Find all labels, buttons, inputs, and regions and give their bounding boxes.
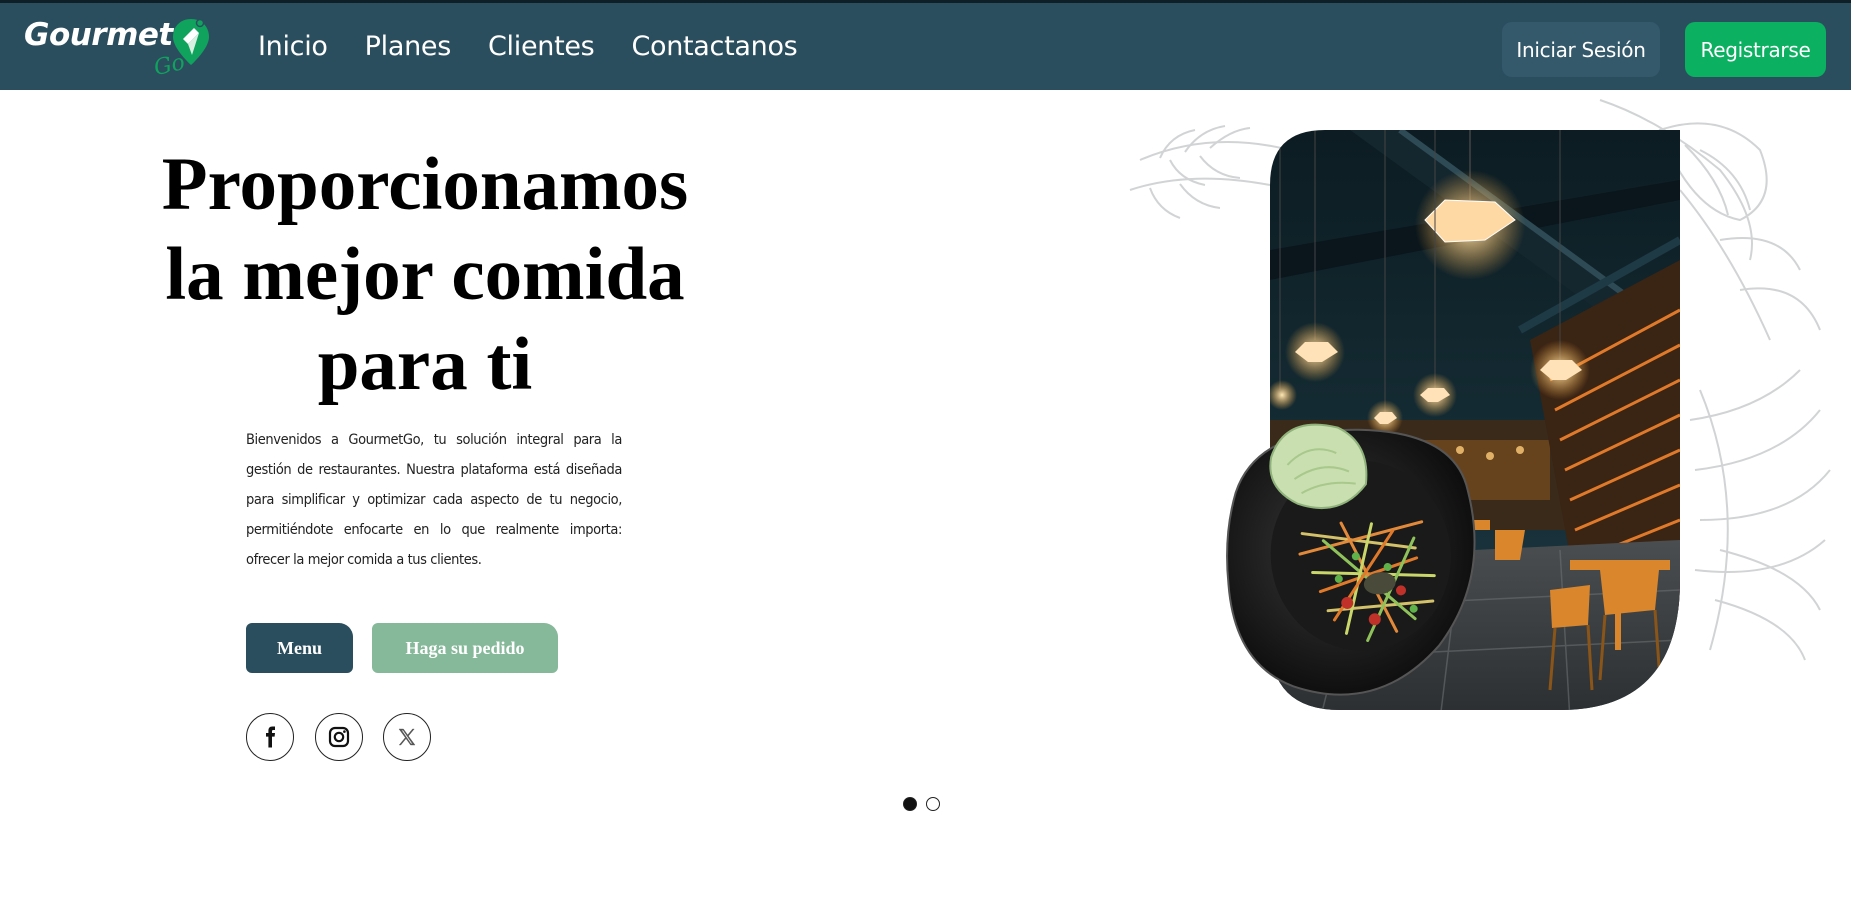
facebook-link[interactable]: [246, 713, 294, 761]
navbar: Gourmet Go Inicio Planes Clientes Contac…: [0, 0, 1851, 90]
nav-link-clientes[interactable]: Clientes: [488, 29, 595, 65]
hero-title: Proporcionamos la mejor comida para ti: [130, 140, 720, 410]
instagram-icon: [328, 726, 350, 748]
nav-link-planes[interactable]: Planes: [365, 29, 452, 65]
login-button[interactable]: Iniciar Sesión: [1502, 22, 1660, 77]
carousel-dot-2[interactable]: [926, 797, 940, 811]
hero-title-line-1: Proporcionamos: [161, 143, 689, 226]
register-button[interactable]: Registrarse: [1685, 22, 1826, 77]
hero-title-line-3: para ti: [317, 323, 533, 406]
brand-suffix: Go: [151, 50, 188, 81]
order-button[interactable]: Haga su pedido: [372, 623, 558, 673]
hero-description: Bienvenidos a GourmetGo, tu solución int…: [246, 432, 622, 568]
menu-button[interactable]: Menu: [246, 623, 353, 673]
brand-name: Gourmet: [24, 17, 173, 53]
nav-link-contactanos[interactable]: Contactanos: [631, 29, 797, 65]
x-twitter-link[interactable]: [383, 713, 431, 761]
nav-link-inicio[interactable]: Inicio: [258, 29, 328, 65]
hero-title-line-2: la mejor comida: [165, 233, 685, 316]
x-twitter-icon: [398, 728, 416, 746]
facebook-icon: [266, 726, 275, 748]
main-nav: Inicio Planes Clientes Contactanos: [258, 29, 798, 65]
brand-logo[interactable]: Gourmet Go: [24, 15, 214, 83]
hero-illustration: [1129, 99, 1831, 710]
carousel-dot-1[interactable]: [903, 797, 917, 811]
instagram-link[interactable]: [315, 713, 363, 761]
